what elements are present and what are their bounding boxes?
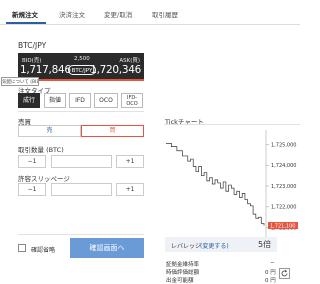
confirm-screen-button[interactable]: 確認画面へ <box>70 238 144 258</box>
refresh-icon <box>281 269 288 277</box>
divider <box>18 111 144 112</box>
bid-price[interactable]: 1,717,846 <box>20 64 71 76</box>
currency-pair-title: BTC/JPY <box>18 41 47 50</box>
y-tick-label: 1,724,000 <box>271 163 296 169</box>
last-price-label: 1,721,100 <box>270 223 295 229</box>
ask-bar <box>32 79 144 81</box>
quantity-increment[interactable]: +1 <box>116 155 144 168</box>
sell-button[interactable]: 買 <box>81 125 144 137</box>
margin-ratio-label: 証拠金維持率 <box>166 262 200 268</box>
skip-confirm-label: 確認省略 <box>31 247 56 254</box>
tab-new-order[interactable]: 新規注文 <box>12 9 38 19</box>
order-type-ifd[interactable]: IFD <box>69 93 91 108</box>
order-type-market[interactable]: 成行 <box>18 93 40 108</box>
skip-confirm-checkbox[interactable] <box>18 244 26 252</box>
bid-label: BID(売) <box>22 58 42 64</box>
tabs-divider <box>0 24 300 25</box>
y-tick-label: 1,722,000 <box>271 205 296 211</box>
tick-chart: 1,725,000 1,724,000 1,723,000 1,722,000 1,72… <box>166 130 298 238</box>
slippage-label: 許容スリッページ <box>18 175 70 183</box>
buy-button[interactable]: 売 <box>18 125 81 137</box>
valuation-label: 時価評価総額 <box>166 270 200 276</box>
quantity-decrement[interactable]: −1 <box>18 155 46 168</box>
tick-series-line <box>166 143 265 226</box>
tab-trade-history[interactable]: 取引履歴 <box>152 9 178 19</box>
leverage-change-link[interactable]: (変更する) <box>200 241 229 250</box>
margin-ratio-value: − <box>270 260 275 266</box>
y-tick-label: 1,725,000 <box>271 142 296 148</box>
slippage-input[interactable] <box>51 183 112 196</box>
ask-label: ASK(買) <box>119 58 140 64</box>
leverage-value: 5倍 <box>258 240 272 249</box>
refresh-button[interactable] <box>279 268 290 279</box>
quantity-label: 取引数量 (BTC) <box>18 146 64 154</box>
order-type-oco[interactable]: OCO <box>94 93 118 108</box>
slippage-increment[interactable]: +1 <box>116 183 144 196</box>
leverage-label: レバレッジ <box>171 243 202 250</box>
order-tabs: 新規注文 決済注文 変更/取消 取引履歴 <box>0 0 300 26</box>
tab-modify-cancel[interactable]: 変更/取消 <box>104 9 132 19</box>
spread-value: 2,500 <box>74 56 90 62</box>
ask-price[interactable]: 1,720,346 <box>90 64 141 76</box>
quote-panel: BID(売) 2,500 ASK(買) 1,717,846 BTC/JPY 1,… <box>18 53 144 81</box>
tab-close-order[interactable]: 決済注文 <box>59 9 85 19</box>
valuation-value: 0 円 <box>265 270 276 276</box>
order-type-limit[interactable]: 指値 <box>44 93 66 108</box>
slippage-decrement[interactable]: −1 <box>18 183 46 196</box>
chart-top-rule <box>164 124 300 125</box>
order-type-ifd-oco[interactable]: IFD-OCO <box>121 93 143 108</box>
divider-bottom <box>18 234 144 235</box>
quantity-input[interactable] <box>51 155 112 168</box>
y-tick-label: 1,723,000 <box>271 184 296 190</box>
